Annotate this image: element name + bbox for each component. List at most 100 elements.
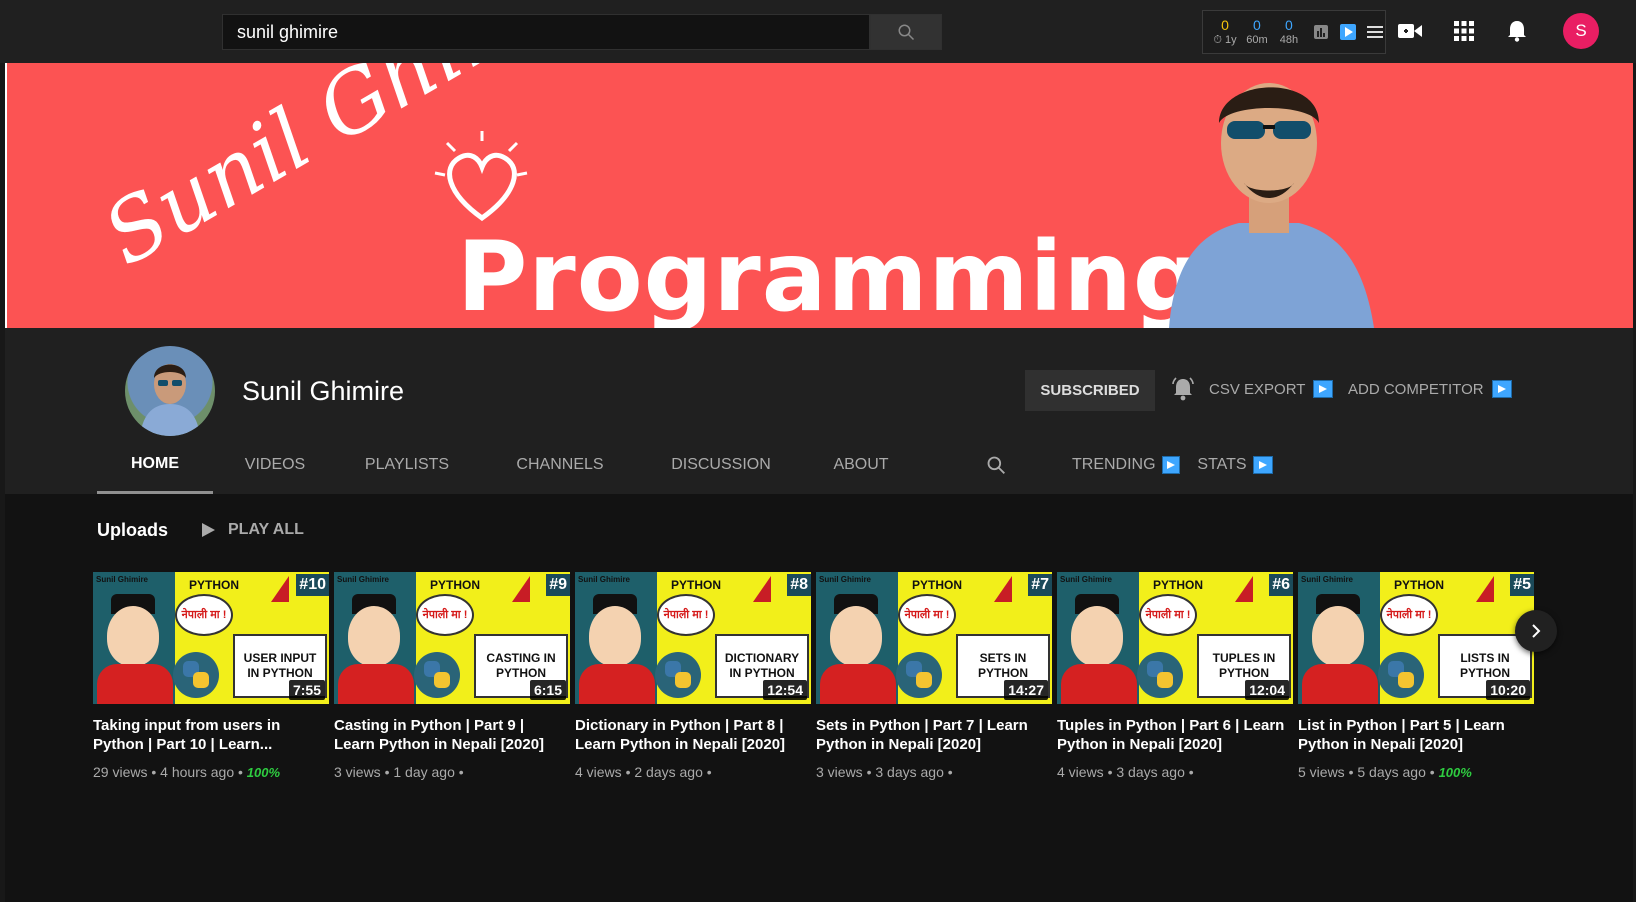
video-duration: 12:04 xyxy=(1245,680,1289,700)
tab-discussion[interactable]: DISCUSSION xyxy=(662,436,780,494)
nepal-flag-icon xyxy=(753,576,771,602)
cartoon-avatar-icon xyxy=(830,606,882,666)
account-avatar[interactable]: S xyxy=(1563,13,1599,49)
section-title[interactable]: Uploads xyxy=(97,520,168,541)
create-video-icon[interactable] xyxy=(1396,17,1424,45)
stat-1y-label: 1y xyxy=(1225,34,1237,46)
add-competitor-label: ADD COMPETITOR xyxy=(1348,380,1484,398)
thumb-language: PYTHON xyxy=(430,578,481,592)
vidiq-icon[interactable] xyxy=(1338,21,1359,43)
tab-home[interactable]: HOME xyxy=(97,436,213,494)
video-title[interactable]: Taking input from users in Python | Part… xyxy=(93,716,323,754)
video-card[interactable]: Sunil Ghimire PYTHON नेपाली मा ! CASTING… xyxy=(334,572,570,780)
heart-icon xyxy=(434,131,528,222)
stat-60m: 0 60m xyxy=(1241,18,1273,46)
notification-bell-icon[interactable] xyxy=(1170,376,1196,407)
stat-1y-value: 0 xyxy=(1221,17,1229,33)
thumb-bubble: नेपाली मा ! xyxy=(898,594,956,636)
video-views: 3 views xyxy=(816,764,863,780)
video-title[interactable]: Sets in Python | Part 7 | Learn Python i… xyxy=(816,716,1046,754)
video-title[interactable]: Tuples in Python | Part 6 | Learn Python… xyxy=(1057,716,1287,754)
channel-content: Uploads PLAY ALL Sunil Ghimire PYTHON ने… xyxy=(5,494,1633,902)
video-duration: 10:20 xyxy=(1486,680,1530,700)
vidiq-badge-icon xyxy=(1313,380,1334,398)
video-card[interactable]: Sunil Ghimire PYTHON नेपाली मा ! LISTS I… xyxy=(1298,572,1534,780)
thumb-part-number: #6 xyxy=(1269,574,1293,596)
video-meta: 3 views • 3 days ago • xyxy=(816,764,953,780)
video-meta: 4 views • 3 days ago • xyxy=(1057,764,1194,780)
search-input[interactable] xyxy=(222,14,870,50)
video-meta: 3 views • 1 day ago • xyxy=(334,764,464,780)
vidiq-badge-icon xyxy=(1491,380,1512,398)
thumb-part-number: #7 xyxy=(1028,574,1052,596)
cartoon-avatar-icon xyxy=(1071,606,1123,666)
top-bar: 0 ⏱ 1y 0 60m 0 48h S xyxy=(0,0,1636,63)
video-duration: 12:54 xyxy=(763,680,807,700)
thumb-part-number: #10 xyxy=(296,574,329,596)
video-title[interactable]: Dictionary in Python | Part 8 | Learn Py… xyxy=(575,716,805,754)
video-card[interactable]: Sunil Ghimire PYTHON नेपाली मा ! DICTION… xyxy=(575,572,811,780)
video-title[interactable]: Casting in Python | Part 9 | Learn Pytho… xyxy=(334,716,564,754)
thumb-bubble: नेपाली मा ! xyxy=(1139,594,1197,636)
video-title[interactable]: List in Python | Part 5 | Learn Python i… xyxy=(1298,716,1528,754)
tab-channels[interactable]: CHANNELS xyxy=(507,436,613,494)
python-logo-icon xyxy=(173,652,219,698)
add-competitor-button[interactable]: ADD COMPETITOR xyxy=(1348,380,1512,398)
video-card[interactable]: Sunil Ghimire PYTHON नेपाली मा ! TUPLES … xyxy=(1057,572,1293,780)
tab-videos[interactable]: VIDEOS xyxy=(233,436,317,494)
banner-title-text: Programming xyxy=(457,221,1203,328)
tab-stats[interactable]: STATS xyxy=(1197,436,1273,494)
python-logo-icon xyxy=(1378,652,1424,698)
channel-avatar[interactable] xyxy=(125,346,215,436)
tab-trending-label: TRENDING xyxy=(1072,456,1156,473)
video-meta: 5 views • 5 days ago • 100% xyxy=(1298,764,1472,780)
video-performance: 100% xyxy=(246,765,281,780)
csv-export-button[interactable]: CSV EXPORT xyxy=(1209,380,1334,398)
video-thumbnail[interactable]: Sunil Ghimire PYTHON नेपाली मा ! LISTS I… xyxy=(1298,572,1534,704)
thumb-bubble: नेपाली मा ! xyxy=(416,594,474,636)
video-views: 4 views xyxy=(1057,764,1104,780)
tab-playlists[interactable]: PLAYLISTS xyxy=(357,436,457,494)
menu-icon[interactable] xyxy=(1364,21,1385,43)
cartoon-avatar-icon xyxy=(107,606,159,666)
video-card[interactable]: Sunil Ghimire PYTHON नेपाली मा ! USER IN… xyxy=(93,572,329,780)
thumb-brand: Sunil Ghimire xyxy=(1060,575,1113,584)
python-logo-icon xyxy=(896,652,942,698)
python-logo-icon xyxy=(1137,652,1183,698)
nepal-flag-icon xyxy=(271,576,289,602)
thumb-brand: Sunil Ghimire xyxy=(337,575,390,584)
video-thumbnail[interactable]: Sunil Ghimire PYTHON नेपाली मा ! CASTING… xyxy=(334,572,570,704)
search-icon xyxy=(898,24,915,41)
video-age: 4 hours ago xyxy=(160,764,235,780)
tab-trending[interactable]: TRENDING xyxy=(1072,436,1180,494)
thumb-part-number: #5 xyxy=(1510,574,1534,596)
thumb-brand: Sunil Ghimire xyxy=(96,575,149,584)
shelf-next-button[interactable] xyxy=(1515,610,1557,652)
tab-about[interactable]: ABOUT xyxy=(826,436,896,494)
video-thumbnail[interactable]: Sunil Ghimire PYTHON नेपाली मा ! USER IN… xyxy=(93,572,329,704)
thumb-part-number: #8 xyxy=(787,574,811,596)
channel-search-icon[interactable] xyxy=(983,436,1009,494)
play-all-button[interactable]: PLAY ALL xyxy=(200,521,304,539)
channel-header: Sunil Ghimire SUBSCRIBED CSV EXPORT ADD … xyxy=(5,328,1633,494)
bar-chart-icon[interactable] xyxy=(1311,21,1332,43)
video-age: 5 days ago xyxy=(1357,764,1426,780)
video-views: 3 views xyxy=(334,764,381,780)
video-thumbnail[interactable]: Sunil Ghimire PYTHON नेपाली मा ! DICTION… xyxy=(575,572,811,704)
nepal-flag-icon xyxy=(512,576,530,602)
cartoon-avatar-icon xyxy=(1312,606,1364,666)
apps-grid-icon[interactable] xyxy=(1450,17,1478,45)
nepal-flag-icon xyxy=(1235,576,1253,602)
search-button[interactable] xyxy=(870,14,942,50)
vidiq-stats-widget[interactable]: 0 ⏱ 1y 0 60m 0 48h xyxy=(1202,10,1386,54)
video-card[interactable]: Sunil Ghimire PYTHON नेपाली मा ! SETS IN… xyxy=(816,572,1052,780)
stat-48h: 0 48h xyxy=(1273,18,1305,46)
thumb-language: PYTHON xyxy=(1394,578,1445,592)
video-thumbnail[interactable]: Sunil Ghimire PYTHON नेपाली मा ! TUPLES … xyxy=(1057,572,1293,704)
subscribed-button[interactable]: SUBSCRIBED xyxy=(1025,370,1155,411)
notifications-bell-icon[interactable] xyxy=(1503,17,1531,45)
video-views: 29 views xyxy=(93,764,148,780)
thumb-language: PYTHON xyxy=(189,578,240,592)
chevron-right-icon xyxy=(1532,624,1541,638)
video-thumbnail[interactable]: Sunil Ghimire PYTHON नेपाली मा ! SETS IN… xyxy=(816,572,1052,704)
